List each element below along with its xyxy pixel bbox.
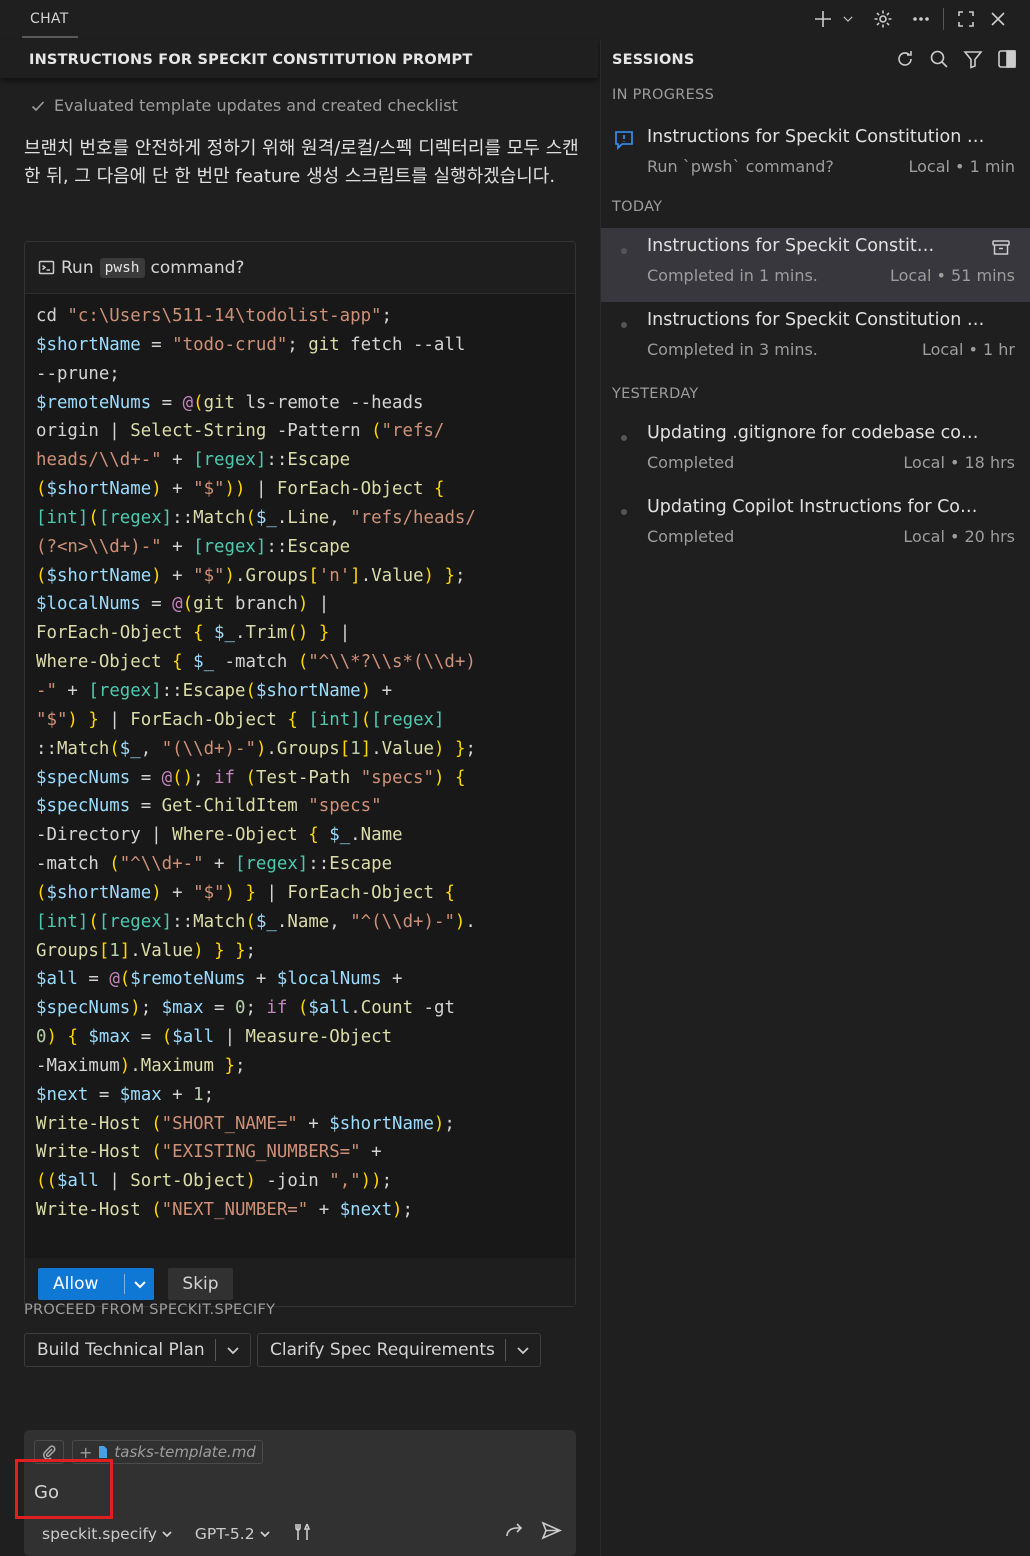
- chevron-down-icon: [227, 1347, 239, 1355]
- agent-mode-dropdown[interactable]: speckit.specify: [42, 1525, 173, 1543]
- context-file-name: tasks-template.md: [114, 1443, 256, 1461]
- session-name: Instructions for Speckit Constitution Pr…: [647, 127, 987, 147]
- sessions-title: SESSIONS: [612, 52, 695, 68]
- build-technical-plan-button[interactable]: Build Technical Plan: [24, 1333, 251, 1367]
- agent-mode-label: speckit.specify: [42, 1525, 157, 1543]
- proceed-dropdown[interactable]: [506, 1343, 540, 1357]
- session-dot: [621, 248, 627, 254]
- chat-header: INSTRUCTIONS FOR SPECKIT CONSTITUTION PR…: [0, 40, 598, 78]
- model-label: GPT-5.2: [194, 1525, 255, 1543]
- session-name: Updating .gitignore for codebase compati…: [647, 423, 987, 443]
- session-name: Instructions for Speckit Constitution Pr…: [647, 236, 937, 256]
- session-name: Instructions for Speckit Constitution Pr…: [647, 310, 987, 330]
- session-item[interactable]: Instructions for Speckit Constitution Pr…: [601, 228, 1030, 302]
- session-status: Run `pwsh` command?: [647, 157, 834, 176]
- maximize-icon[interactable]: [950, 6, 982, 32]
- run-suffix: command?: [150, 257, 245, 278]
- session-meta: Local • 1 hr: [921, 340, 1015, 359]
- proceed-button-label: Build Technical Plan: [37, 1340, 205, 1360]
- top-actions: [807, 6, 1014, 32]
- yesterday-label: YESTERDAY: [612, 386, 699, 402]
- highlight-box: [15, 1459, 113, 1519]
- session-status: Completed in 1 mins.: [647, 266, 818, 285]
- check-icon: [31, 100, 45, 111]
- chevron-down-icon: [259, 1531, 270, 1538]
- send-actions: [504, 1520, 562, 1545]
- session-item[interactable]: Updating Copilot Instructions for Codeba…: [601, 489, 1030, 563]
- more-icon[interactable]: [905, 6, 937, 32]
- allow-button[interactable]: Allow: [38, 1268, 154, 1300]
- chevron-down-icon[interactable]: [839, 6, 857, 32]
- model-dropdown[interactable]: GPT-5.2: [195, 1525, 271, 1543]
- chat-bubble-icon: [613, 129, 635, 155]
- proceed-button-label: Clarify Spec Requirements: [270, 1340, 495, 1360]
- in-progress-label: IN PROGRESS: [612, 87, 715, 103]
- assistant-message: 브랜치 번호를 안전하게 정하기 위해 원격/로컬/스펙 디렉터리를 모두 스캔…: [24, 138, 579, 187]
- session-meta: Local • 51 mins: [889, 266, 1015, 285]
- run-command-header: Run pwsh command?: [25, 242, 575, 294]
- command-code: cd "c:\Users\511-14\todolist-app"; $shor…: [36, 306, 476, 1221]
- sessions-panel: SESSIONS IN PROGRESS Instructions for Sp…: [600, 40, 1030, 1556]
- session-status: Completed in 3 mins.: [647, 340, 818, 359]
- session-meta: Local • 1 min: [908, 157, 1015, 176]
- tab-chat[interactable]: CHAT: [30, 11, 69, 27]
- run-command-footer: Allow Skip: [25, 1258, 575, 1306]
- evaluated-status[interactable]: Evaluated template updates and created c…: [30, 96, 458, 115]
- allow-label: Allow: [53, 1274, 99, 1294]
- refresh-icon[interactable]: [894, 48, 916, 74]
- clarify-spec-requirements-button[interactable]: Clarify Spec Requirements: [257, 1333, 541, 1367]
- file-icon: [99, 1446, 108, 1458]
- terminal-icon: [38, 260, 55, 275]
- top-bar: CHAT: [0, 0, 1030, 38]
- filter-icon[interactable]: [962, 48, 984, 74]
- archive-icon[interactable]: [991, 238, 1011, 262]
- sessions-actions: [894, 48, 1018, 74]
- close-icon[interactable]: [982, 6, 1014, 32]
- session-name: Updating Copilot Instructions for Codeba…: [647, 497, 987, 517]
- paperclip-icon: [43, 1445, 56, 1459]
- session-meta: Local • 20 hrs: [903, 527, 1015, 546]
- session-status: Completed: [647, 527, 735, 546]
- gear-icon[interactable]: [867, 6, 899, 32]
- chat-panel: INSTRUCTIONS FOR SPECKIT CONSTITUTION PR…: [0, 40, 598, 1556]
- today-label: TODAY: [612, 199, 663, 215]
- run-prefix: Run: [61, 257, 94, 278]
- session-item[interactable]: Instructions for Speckit Constitution Pr…: [601, 119, 1030, 193]
- session-status: Completed: [647, 453, 735, 472]
- plus-icon[interactable]: [807, 6, 839, 32]
- chevron-down-icon: [162, 1531, 172, 1538]
- allow-dropdown[interactable]: [125, 1277, 154, 1291]
- search-icon[interactable]: [928, 48, 950, 74]
- session-item[interactable]: Updating .gitignore for codebase compati…: [601, 415, 1030, 489]
- chat-title: INSTRUCTIONS FOR SPECKIT CONSTITUTION PR…: [29, 52, 473, 68]
- chevron-down-icon: [133, 1281, 146, 1289]
- toolbar-divider: [943, 8, 944, 30]
- session-meta: Local • 18 hrs: [903, 453, 1015, 472]
- skip-button[interactable]: Skip: [168, 1268, 233, 1300]
- forward-icon[interactable]: [504, 1520, 525, 1545]
- chevron-down-icon: [517, 1347, 529, 1355]
- session-dot: [621, 509, 627, 515]
- proceed-label: PROCEED FROM SPECKIT.SPECIFY: [24, 1302, 276, 1318]
- run-command-name: pwsh: [99, 257, 145, 278]
- tools-icon[interactable]: [293, 1522, 313, 1546]
- session-item[interactable]: Instructions for Speckit Constitution Pr…: [601, 302, 1030, 376]
- evaluated-text: Evaluated template updates and created c…: [54, 96, 458, 115]
- code-block: cd "c:\Users\511-14\todolist-app"; $shor…: [25, 294, 575, 1258]
- session-dot: [621, 322, 627, 328]
- toggle-panel-icon[interactable]: [996, 48, 1018, 74]
- input-toolbar: speckit.specify GPT-5.2: [42, 1522, 313, 1546]
- proceed-dropdown[interactable]: [216, 1343, 250, 1357]
- session-dot: [621, 435, 627, 441]
- send-icon[interactable]: [541, 1520, 562, 1545]
- run-command-card: Run pwsh command? cd "c:\Users\511-14\to…: [24, 241, 576, 1307]
- tab-underline: [22, 36, 78, 38]
